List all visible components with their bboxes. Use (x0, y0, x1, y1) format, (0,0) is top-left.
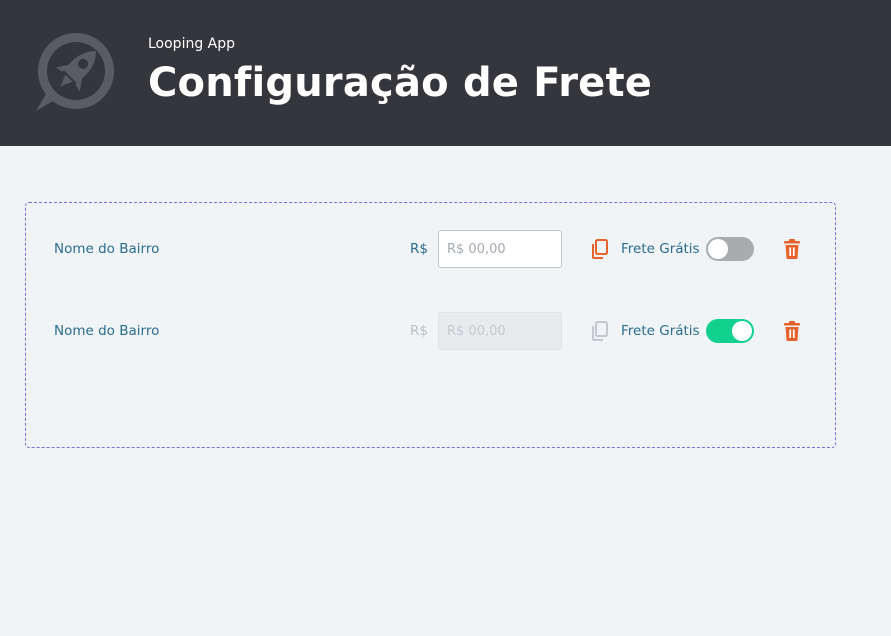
frete-gratis-toggle[interactable] (706, 237, 754, 261)
trash-icon[interactable] (781, 320, 803, 342)
trash-icon[interactable] (781, 238, 803, 260)
app-name: Looping App (148, 36, 236, 52)
currency-label: R$ (410, 323, 428, 339)
bairro-name-label[interactable]: Nome do Bairro (54, 241, 159, 257)
list-item: Nome do Bairro R$ Frete Grátis (26, 311, 835, 351)
app-header: Looping App Configuração de Frete (0, 0, 891, 146)
price-input[interactable] (438, 312, 562, 350)
rocket-logo-icon (36, 33, 114, 111)
frete-gratis-label: Frete Grátis (621, 241, 700, 257)
list-item: Nome do Bairro R$ Frete Grátis (26, 229, 835, 269)
currency-label: R$ (410, 241, 428, 257)
price-input[interactable] (438, 230, 562, 268)
bairro-name-label[interactable]: Nome do Bairro (54, 323, 159, 339)
frete-gratis-label: Frete Grátis (621, 323, 700, 339)
neighborhood-list-panel: Nome do Bairro R$ Frete Grátis Nome do B… (25, 202, 836, 448)
page-title: Configuração de Frete (148, 60, 653, 106)
copy-icon[interactable] (589, 238, 611, 260)
copy-icon[interactable] (589, 320, 611, 342)
frete-gratis-toggle[interactable] (706, 319, 754, 343)
toggle-knob (732, 321, 752, 341)
toggle-knob (708, 239, 728, 259)
